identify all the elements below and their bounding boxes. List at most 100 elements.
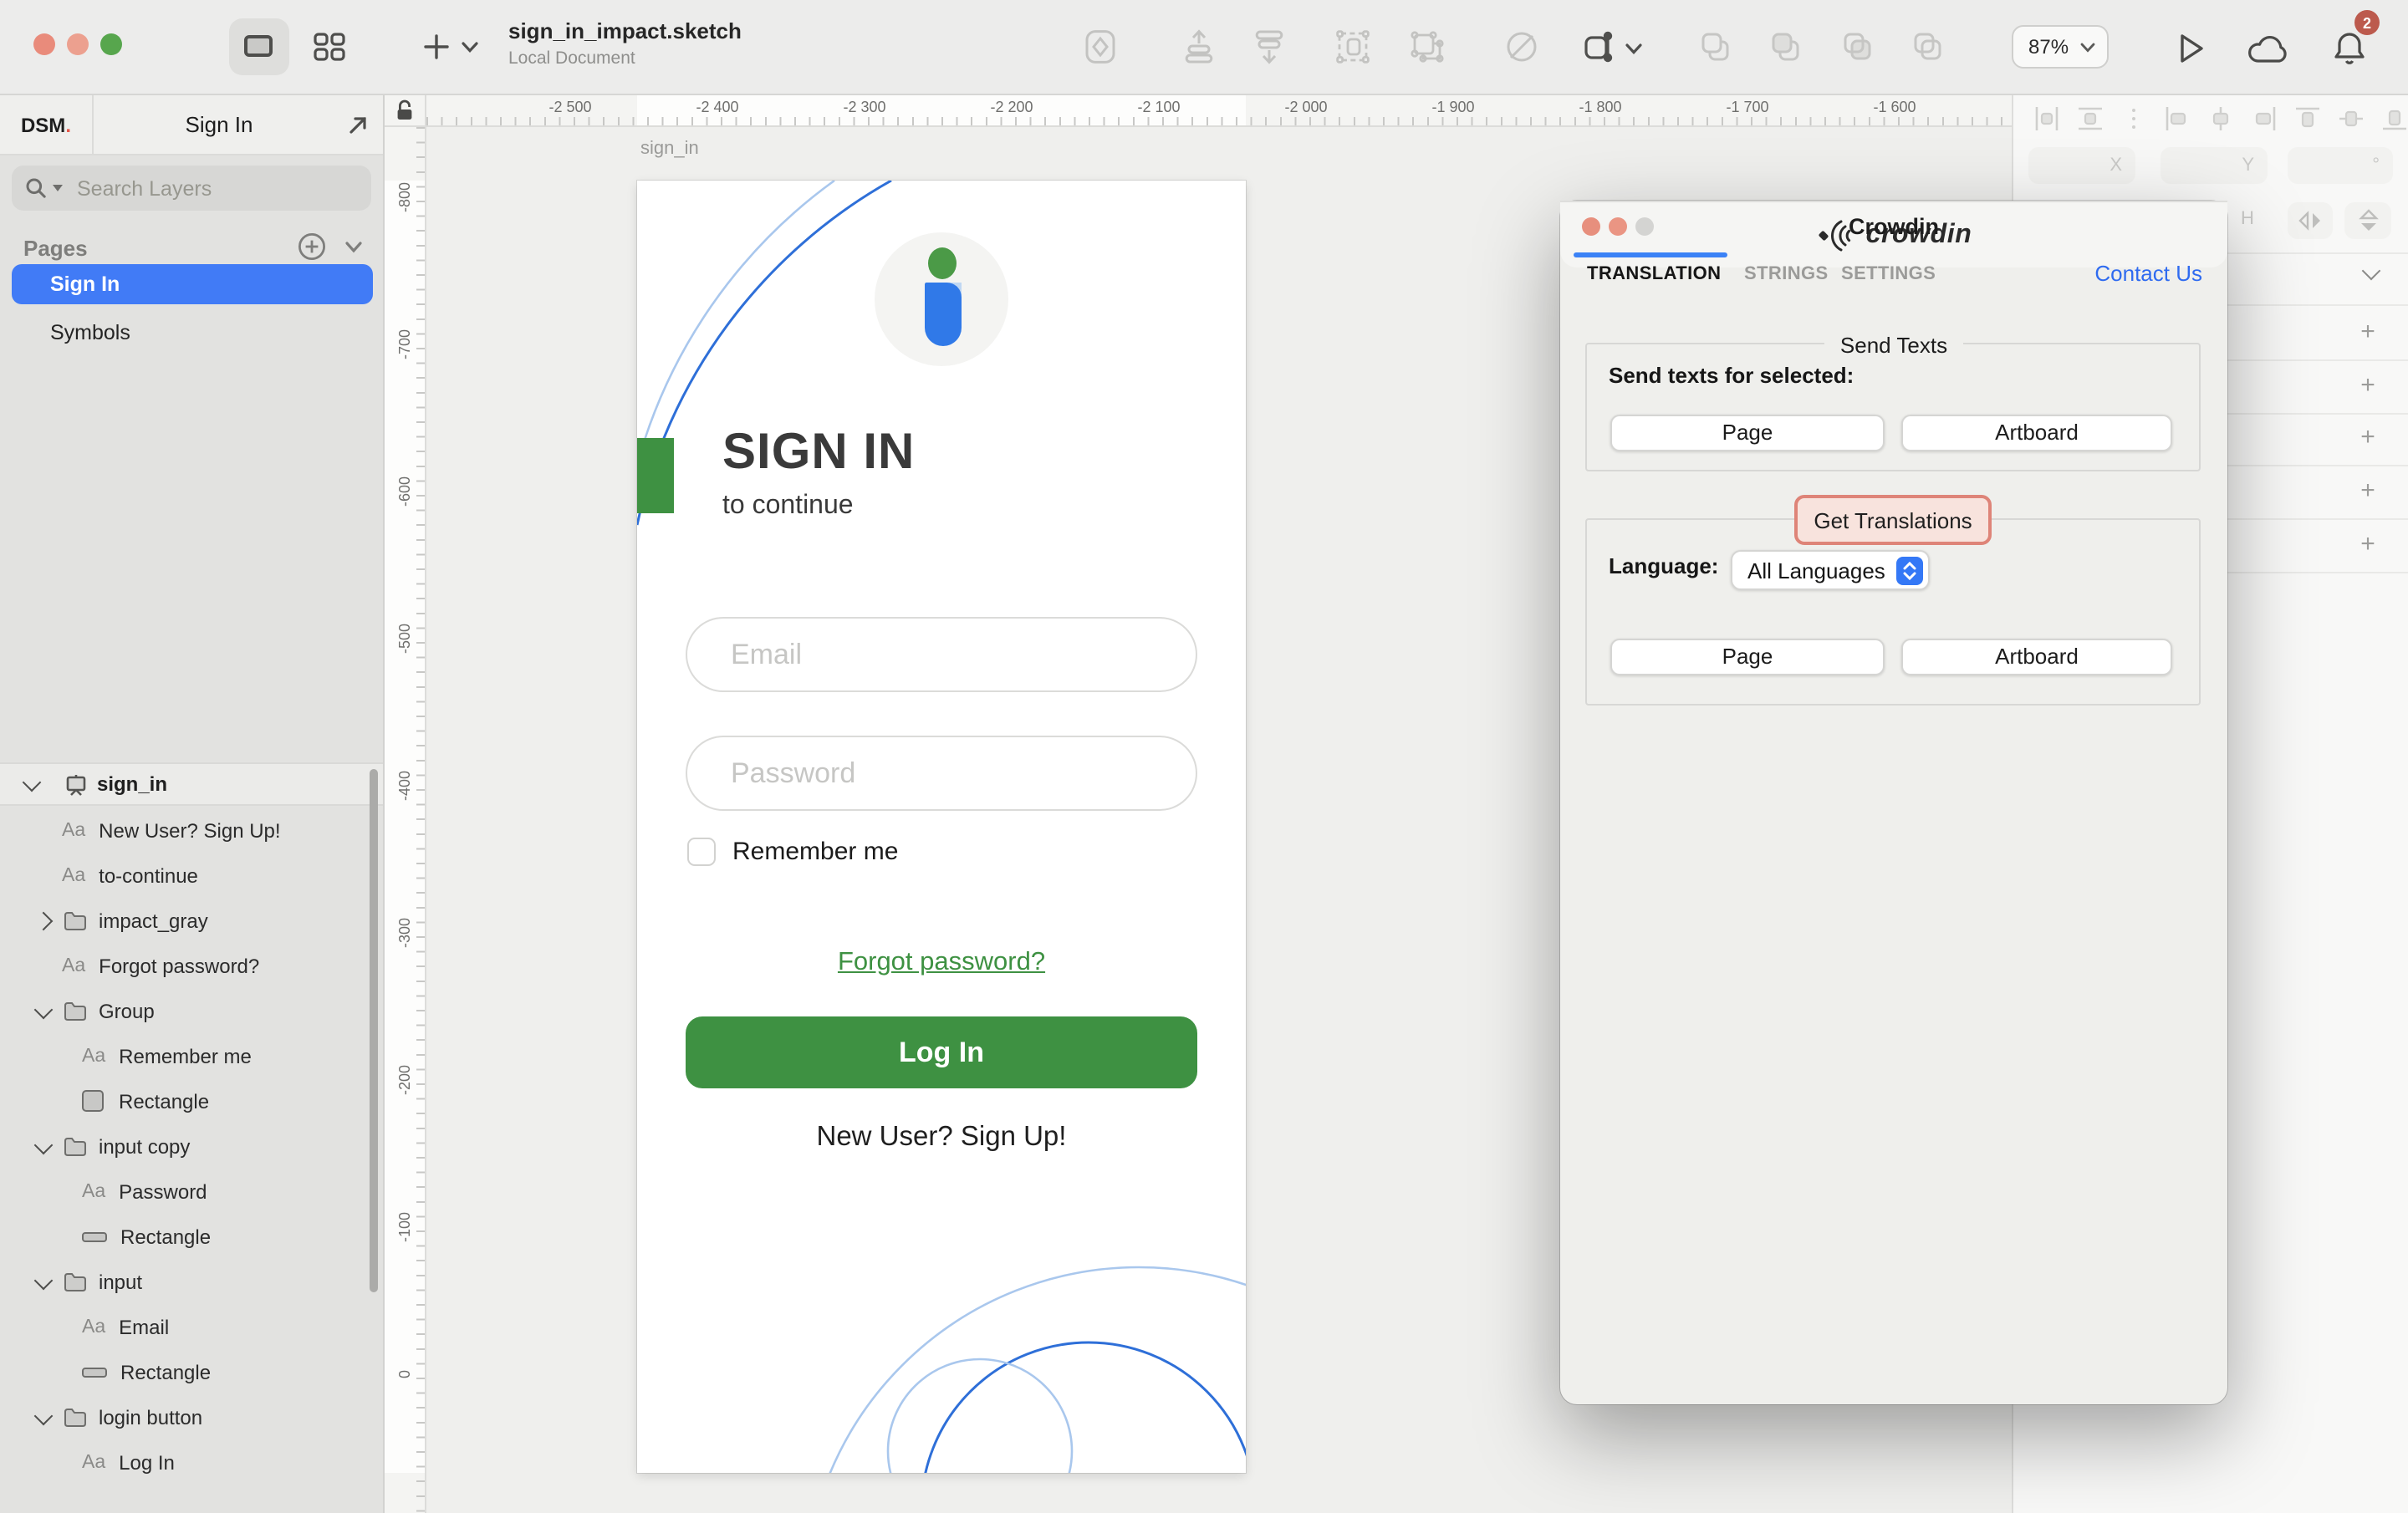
align-c-icon[interactable]	[2207, 105, 2234, 132]
send-backward-icon[interactable]	[1251, 28, 1288, 65]
align-r-icon[interactable]	[2251, 105, 2278, 132]
x-position-field[interactable]: X	[2028, 147, 2135, 184]
artboard-title[interactable]: sign_in	[640, 139, 699, 159]
layer-row[interactable]: AaEmail	[0, 1304, 383, 1349]
search-layers-field[interactable]	[12, 166, 371, 211]
get-page-button[interactable]: Page	[1610, 639, 1885, 675]
send-page-button[interactable]: Page	[1610, 415, 1885, 451]
layer-row[interactable]: Rectangle	[0, 1078, 383, 1123]
boolean-union-icon[interactable]	[1408, 28, 1445, 65]
layer-row[interactable]: AaNew User? Sign Up!	[0, 807, 383, 853]
layer-row[interactable]: Group	[0, 988, 383, 1033]
email-field[interactable]: Email	[686, 617, 1197, 692]
insert-chevron-down-icon[interactable]	[462, 40, 478, 53]
layer-row[interactable]: impact_gray	[0, 898, 383, 943]
remember-me-checkbox[interactable]	[687, 838, 716, 866]
sidebar-page-sign-in[interactable]: Sign In	[12, 264, 373, 304]
minimize-traffic-light[interactable]	[67, 33, 89, 55]
ruler-label: -2 500	[528, 99, 612, 115]
layer-row[interactable]: input copy	[0, 1123, 383, 1169]
crowdin-plugin-window[interactable]: Crowdin TRANSLATIONSTRINGSSETTINGS Conta…	[1560, 201, 2227, 1404]
insert-symbol-icon[interactable]	[1082, 28, 1119, 65]
edit-layer-icon[interactable]	[1579, 28, 1615, 65]
layer-row[interactable]: Aato-continue	[0, 853, 383, 898]
mask-icon[interactable]	[1334, 28, 1371, 65]
edit-layer-chevron-icon[interactable]	[1625, 42, 1642, 55]
password-field[interactable]: Password	[686, 736, 1197, 811]
layer-row[interactable]: Rectangle	[0, 1349, 383, 1394]
crowdin-tab-strings[interactable]: STRINGS	[1744, 264, 1829, 284]
zoom-traffic-light[interactable]	[100, 33, 122, 55]
layer-row[interactable]: AaLog In	[0, 1439, 383, 1485]
chevron-down-icon[interactable]	[34, 1135, 54, 1154]
grid-view-icon[interactable]	[313, 30, 346, 64]
current-page-tab[interactable]: Sign In	[94, 95, 344, 154]
align-b-icon[interactable]	[2381, 105, 2408, 132]
layer-row[interactable]: AaPassword	[0, 1169, 383, 1214]
close-traffic-light[interactable]	[33, 33, 55, 55]
layer-row[interactable]: login button	[0, 1394, 383, 1439]
layer-row-artboard[interactable]: sign_in	[0, 762, 383, 806]
chevron-down-icon[interactable]	[34, 1000, 54, 1019]
flip-vertical-button[interactable]	[2344, 202, 2391, 239]
insert-plus-icon[interactable]	[423, 33, 450, 60]
add-style-icon[interactable]: +	[2354, 530, 2381, 558]
detach-style-icon[interactable]	[1910, 28, 1946, 65]
dots-icon[interactable]	[2120, 105, 2147, 132]
align-t-icon[interactable]	[2294, 105, 2321, 132]
chevron-down-icon[interactable]	[34, 1271, 54, 1290]
artboard[interactable]: SIGN IN to continue Email Password Remem…	[637, 181, 1246, 1473]
layer-row[interactable]: AaRemember me	[0, 1033, 383, 1078]
section-chevron-down-icon[interactable]	[2362, 262, 2381, 281]
canvas-view-toggle-button[interactable]	[229, 18, 289, 75]
chevron-down-icon[interactable]	[34, 1406, 54, 1425]
y-position-field[interactable]: Y	[2161, 147, 2268, 184]
crowdin-tab-settings[interactable]: SETTINGS	[1841, 264, 1936, 284]
chevron-right-icon[interactable]	[34, 911, 54, 930]
pages-header: Pages	[23, 236, 88, 261]
layers-scrollbar[interactable]	[370, 769, 378, 1292]
send-artboard-button[interactable]: Artboard	[1901, 415, 2172, 451]
link-style-icon[interactable]	[1839, 28, 1876, 65]
add-style-icon[interactable]: +	[2354, 370, 2381, 399]
dist-v-icon[interactable]	[2077, 105, 2104, 132]
expand-arrow-icon[interactable]	[346, 114, 370, 137]
lock-icon[interactable]	[395, 99, 415, 122]
rotation-field[interactable]: °	[2288, 147, 2393, 184]
preview-play-icon[interactable]	[2174, 30, 2207, 67]
ruler-ticks	[416, 127, 425, 1513]
bring-forward-icon[interactable]	[1181, 28, 1217, 65]
search-icon	[25, 177, 47, 199]
zoom-level-dropdown[interactable]: 87%	[2012, 25, 2109, 69]
layer-row[interactable]: Rectangle	[0, 1214, 383, 1259]
sidebar-page-symbols[interactable]: Symbols	[12, 313, 373, 353]
crowdin-tab-translation[interactable]: TRANSLATION	[1587, 264, 1721, 284]
contact-us-link[interactable]: Contact Us	[2094, 261, 2202, 286]
flip-horizontal-button[interactable]	[2288, 202, 2333, 239]
add-style-icon[interactable]: +	[2354, 424, 2381, 452]
layer-row[interactable]: input	[0, 1259, 383, 1304]
add-page-icon[interactable]	[298, 232, 326, 261]
language-dropdown[interactable]: All Languages	[1731, 550, 1930, 590]
ruler-corner	[385, 95, 426, 127]
chevron-down-icon[interactable]	[23, 773, 42, 792]
align-m-icon[interactable]	[2338, 105, 2365, 132]
ruler-label: -600	[396, 450, 413, 533]
add-style-icon[interactable]: +	[2354, 476, 2381, 505]
dist-h-icon[interactable]	[2033, 105, 2060, 132]
forgot-password-link[interactable]: Forgot password?	[637, 948, 1246, 978]
paste-style-icon[interactable]	[1768, 28, 1804, 65]
get-artboard-button[interactable]: Artboard	[1901, 639, 2172, 675]
add-style-icon[interactable]: +	[2354, 318, 2381, 346]
get-translations-button[interactable]: Get Translations	[1794, 495, 1992, 545]
login-button[interactable]: Log In	[686, 1016, 1197, 1088]
copy-style-icon[interactable]	[1697, 28, 1734, 65]
pages-collapse-chevron-icon[interactable]	[344, 241, 363, 254]
layer-row[interactable]: AaForgot password?	[0, 943, 383, 988]
dsm-plugin-button[interactable]: DSM.	[0, 95, 94, 154]
cloud-sync-icon[interactable]	[2247, 33, 2291, 65]
align-l-icon[interactable]	[2164, 105, 2191, 132]
search-input[interactable]	[74, 175, 331, 201]
signup-text[interactable]: New User? Sign Up!	[637, 1122, 1246, 1154]
rotate-icon[interactable]	[1503, 28, 1540, 65]
